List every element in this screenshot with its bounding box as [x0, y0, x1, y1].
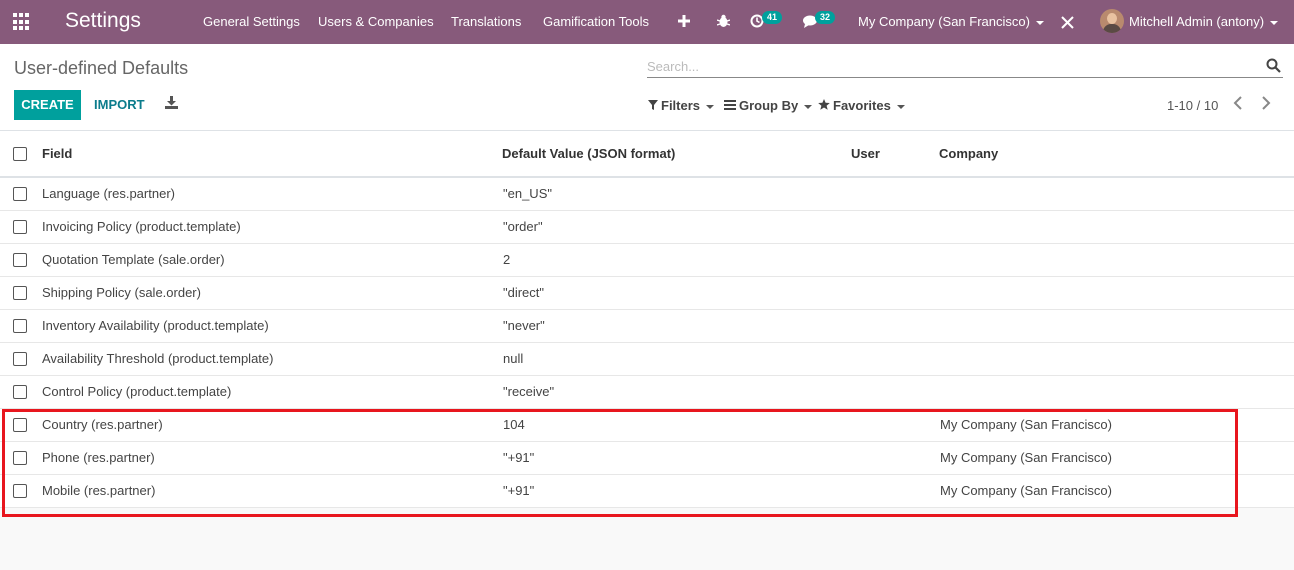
company-switcher-label: My Company (San Francisco): [858, 14, 1030, 29]
row-checkbox[interactable]: [13, 484, 27, 498]
cell-default-value: "+91": [503, 450, 535, 465]
row-checkbox[interactable]: [13, 418, 27, 432]
table-body: Language (res.partner) "en_US" Invoicing P…: [0, 178, 1294, 508]
search-input[interactable]: [647, 57, 1247, 75]
table-row[interactable]: Availability Threshold (product.template…: [0, 343, 1294, 376]
favorites-dropdown[interactable]: Favorites: [818, 98, 905, 113]
pager-value[interactable]: 1-10 / 10: [1167, 98, 1218, 113]
messages-count-badge: 32: [815, 11, 836, 24]
group-by-dropdown[interactable]: Group By: [724, 98, 813, 113]
debug-tools-icon[interactable]: [1061, 16, 1074, 29]
defaults-list-table: Field Default Value (JSON format) User C…: [0, 131, 1294, 508]
table-row[interactable]: Phone (res.partner) "+91" My Company (San …: [0, 442, 1294, 475]
cell-field: Mobile (res.partner): [42, 483, 156, 498]
cell-default-value: null: [503, 351, 524, 366]
cell-field: Control Policy (product.template): [42, 384, 232, 399]
search-icon[interactable]: [1266, 58, 1281, 73]
cell-field: Language (res.partner): [42, 186, 175, 201]
cell-default-value: "receive": [503, 384, 555, 399]
table-row[interactable]: Shipping Policy (sale.order) "direct": [0, 277, 1294, 310]
cell-field: Invoicing Policy (product.template): [42, 219, 241, 234]
cell-default-value: 104: [503, 417, 525, 432]
row-checkbox[interactable]: [13, 385, 27, 399]
table-row[interactable]: Inventory Availability (product.template…: [0, 310, 1294, 343]
row-checkbox[interactable]: [13, 187, 27, 201]
filter-icon: [648, 100, 658, 110]
cell-field: Shipping Policy (sale.order): [42, 285, 201, 300]
user-avatar[interactable]: [1100, 9, 1124, 33]
row-checkbox[interactable]: [13, 220, 27, 234]
cell-field: Phone (res.partner): [42, 450, 155, 465]
cell-default-value: "direct": [503, 285, 545, 300]
plus-icon[interactable]: [678, 15, 690, 27]
column-header-field[interactable]: Field: [42, 146, 72, 161]
chevron-down-icon: [706, 104, 715, 109]
filters-dropdown[interactable]: Filters: [648, 98, 715, 113]
group-by-label: Group By: [739, 98, 799, 113]
apps-menu-icon[interactable]: [13, 13, 31, 31]
bug-icon[interactable]: [717, 14, 730, 28]
cell-field: Country (res.partner): [42, 417, 163, 432]
favorites-label: Favorites: [833, 98, 891, 113]
menu-gamification-tools[interactable]: Gamification Tools: [543, 14, 649, 29]
column-header-default-value[interactable]: Default Value (JSON format): [502, 146, 675, 161]
user-menu[interactable]: Mitchell Admin (antony): [1129, 14, 1279, 29]
top-navbar: Settings General Settings Users & Compan…: [0, 0, 1294, 44]
table-row[interactable]: Control Policy (product.template) "receiv…: [0, 376, 1294, 409]
select-all-checkbox[interactable]: [13, 147, 27, 161]
user-name: Mitchell Admin (antony): [1129, 14, 1265, 29]
search-bar: [647, 57, 1283, 78]
row-checkbox[interactable]: [13, 352, 27, 366]
row-checkbox[interactable]: [13, 253, 27, 267]
menu-users-companies[interactable]: Users & Companies: [318, 14, 434, 29]
pager-next-icon[interactable]: [1261, 96, 1271, 110]
chevron-down-icon: [1270, 20, 1279, 25]
row-checkbox[interactable]: [13, 319, 27, 333]
cell-default-value: "en_US": [503, 186, 552, 201]
cell-company: My Company (San Francisco): [940, 483, 1112, 498]
chevron-down-icon: [896, 104, 905, 109]
table-row[interactable]: Country (res.partner) 104 My Company (San …: [0, 409, 1294, 442]
breadcrumb: User-defined Defaults: [14, 58, 189, 78]
create-button[interactable]: CREATE: [14, 90, 81, 120]
menu-translations[interactable]: Translations: [451, 14, 521, 29]
column-header-company[interactable]: Company: [939, 146, 998, 161]
table-row[interactable]: Mobile (res.partner) "+91" My Company (San…: [0, 475, 1294, 508]
column-header-user[interactable]: User: [851, 146, 880, 161]
menu-general-settings[interactable]: General Settings: [203, 14, 300, 29]
table-header: Field Default Value (JSON format) User C…: [0, 131, 1294, 178]
app-title: Settings: [65, 9, 141, 32]
cell-default-value: "+91": [503, 483, 535, 498]
cell-field: Availability Threshold (product.template…: [42, 351, 274, 366]
chevron-down-icon: [804, 104, 813, 109]
cell-default-value: "order": [503, 219, 543, 234]
row-checkbox[interactable]: [13, 451, 27, 465]
list-icon: [724, 100, 736, 110]
cell-field: Quotation Template (sale.order): [42, 252, 225, 267]
star-icon: [818, 99, 830, 110]
control-panel: User-defined Defaults CREATE IMPORT Filt…: [0, 44, 1294, 131]
cell-default-value: 2: [503, 252, 511, 267]
pager-previous-icon[interactable]: [1233, 96, 1243, 110]
chevron-down-icon: [1035, 20, 1044, 25]
row-checkbox[interactable]: [13, 286, 27, 300]
filters-label: Filters: [661, 98, 701, 113]
cell-default-value: "never": [503, 318, 545, 333]
cell-company: My Company (San Francisco): [940, 417, 1112, 432]
activity-count-badge: 41: [762, 11, 783, 24]
table-row[interactable]: Quotation Template (sale.order) 2: [0, 244, 1294, 277]
company-switcher[interactable]: My Company (San Francisco): [858, 14, 1044, 29]
cell-field: Inventory Availability (product.template…: [42, 318, 269, 333]
table-row[interactable]: Invoicing Policy (product.template) "orde…: [0, 211, 1294, 244]
table-row[interactable]: Language (res.partner) "en_US": [0, 178, 1294, 211]
download-icon[interactable]: [165, 96, 178, 109]
cell-company: My Company (San Francisco): [940, 450, 1112, 465]
import-button[interactable]: IMPORT: [94, 97, 145, 112]
